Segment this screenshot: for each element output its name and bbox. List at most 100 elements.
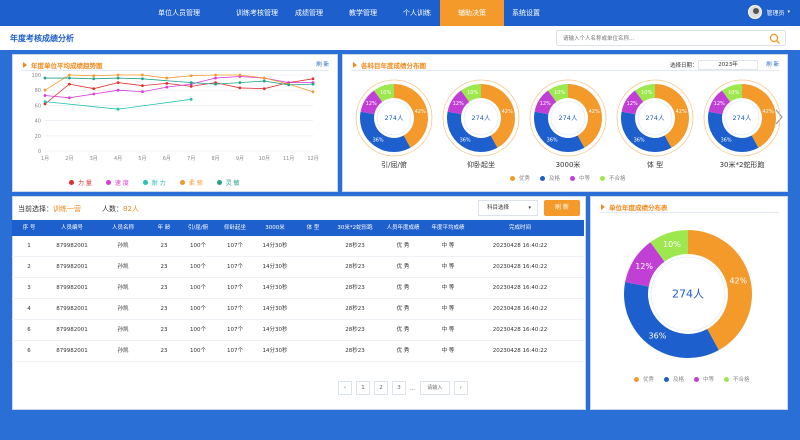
table-cell: 23 [160,264,168,270]
prev-page-button[interactable]: ‹ [338,381,352,395]
table-cell: 优 秀 [396,264,410,270]
nav-item-personnel[interactable]: 单位人员管理 [146,0,212,26]
column-header: 3000米 [265,225,285,231]
table-cell: 20230428 16:40:22 [492,306,548,312]
data-point [311,82,315,86]
subjects-refresh-link[interactable]: 刷 新 [766,60,779,68]
table-cell: 2 [27,264,31,270]
column-header: 年 龄 [157,225,171,231]
slice-percent-label: 10% [380,90,391,96]
page-button-1[interactable]: 1 [356,381,370,395]
subject-select[interactable]: 科目选择 ▾ [478,200,538,216]
legend-item: 中等 [570,174,590,182]
page-jump-input[interactable]: 请输入 [419,381,450,395]
legend-item: 灵 敏 [216,178,240,187]
legend-dot [634,376,639,382]
trend-refresh-link[interactable]: 刷 新 [316,60,329,68]
x-tick-label: 6月 [163,156,171,162]
data-point [92,74,96,78]
table-cell: 107个 [227,285,243,291]
donut-title: 引/屈/俯 [381,161,407,169]
slice-percent-label: 36% [634,138,645,144]
table-cell: 28秒23 [345,264,365,270]
y-tick-label: 0 [38,149,41,155]
table-cell: 107个 [227,243,243,249]
table-cell: 20230428 16:40:22 [492,327,548,333]
legend-dot [724,376,730,382]
legend-item: 速 度 [105,178,129,187]
nav-item-teaching[interactable]: 教学管理 [338,0,388,26]
unit-panel-title: 单位年度成绩分布表 [601,202,668,212]
table-cell: 20230428 16:40:22 [492,243,548,249]
nav-item-settings[interactable]: 系统设置 [504,0,548,26]
slice-percent-label: 42% [589,109,600,115]
table-cell: 中 等 [441,243,455,249]
column-header: 30米*2蛇形跑 [337,225,373,231]
legend-label: 灵 敏 [225,180,240,187]
table-cell: 中 等 [441,306,455,312]
page-button-2[interactable]: 2 [374,381,388,395]
table-cell: 优 秀 [396,285,410,291]
table-row[interactable]: 6 879982001 孙凯 23 100个 107个 14分30秒 28秒23 优 秀 中 等 2… [12,320,584,341]
series-line [44,74,314,93]
table-header: 序 号 人员编号 人员名称 年 龄 引/屈/俯 仰卧起坐 3000米 体 型 30米*2蛇形跑 人… [12,220,584,236]
page-button-3[interactable]: 3 [392,381,406,395]
table-cell: 100个 [190,306,206,312]
current-selection-label: 当前选择： [18,205,53,213]
table-cell [296,278,330,299]
page-title: 年度考核成绩分析 [10,34,74,43]
table-row[interactable]: 4 879982001 孙凯 23 100个 107个 14分30秒 28秒23 优 秀 中 等 2… [12,299,584,320]
table-row[interactable]: 1 879982001 孙凯 23 100个 107个 14分30秒 28秒23 优 秀 中 等 2… [12,236,584,257]
data-point [189,97,193,101]
table-cell: 28秒23 [345,327,365,333]
donut-title: 3000米 [555,161,581,169]
table-cell: 优 秀 [396,348,410,354]
table-row[interactable]: 6 879982001 孙凯 23 100个 107个 14分30秒 28秒23 优 秀 中 等 2… [12,341,584,362]
data-point [92,77,96,81]
table-row[interactable]: 3 879982001 孙凯 23 100个 107个 14分30秒 28秒23 优 秀 中 等 2… [12,278,584,299]
search-icon[interactable] [769,33,781,45]
nav-item-decision-support[interactable]: 辅助决策 [440,0,504,26]
nav-item-scores[interactable]: 成绩管理 [284,0,334,26]
data-point [116,73,120,77]
legend-label: 及格 [673,377,685,383]
slice-percent-label: 12% [453,101,464,107]
x-tick-label: 9月 [236,156,244,162]
column-header: 人员年度成绩 [386,225,420,231]
slice-percent-label: 42% [729,277,747,286]
data-point [43,88,47,92]
column-header: 人员编号 [60,225,83,231]
search-input[interactable] [563,33,763,44]
slice-percent-label: 36% [649,332,667,341]
slice-percent-label: 36% [547,138,558,144]
legend-item: 及格 [664,375,684,383]
slice-percent-label: 10% [554,90,565,96]
chevron-down-icon: ▾ [787,9,790,15]
data-point [262,87,266,91]
table-cell: 879982001 [56,348,88,354]
table-cell: 28秒23 [345,285,365,291]
table-cell: 23 [160,243,168,249]
data-point [189,74,193,78]
table-cell: 28秒23 [345,306,365,312]
table-cell: 14分30秒 [262,264,288,270]
x-tick-label: 4月 [114,156,122,162]
slice-percent-label: 10% [641,90,652,96]
next-page-button[interactable]: › [453,381,468,395]
table-cell: 879982001 [56,243,88,249]
nav-item-training-assessment[interactable]: 训练考核管理 [224,0,290,26]
data-point [43,100,47,103]
donut-center-label: 274人 [733,114,752,122]
legend-label: 速 度 [114,180,129,187]
nav-item-personal-training[interactable]: 个人训练 [392,0,442,26]
table-cell: 中 等 [441,348,455,354]
table-cell: 20230428 16:40:22 [492,264,548,270]
user-menu[interactable]: 管理员 ▾ [748,5,790,19]
legend-item: 及格 [540,174,560,182]
table-row[interactable]: 2 879982001 孙凯 23 100个 107个 14分30秒 28秒23 优 秀 中 等 2… [12,257,584,278]
legend-dot [142,180,148,185]
refresh-button[interactable]: 刷 新 [544,200,580,216]
legend-item: 优秀 [634,375,654,383]
data-point [165,81,169,85]
date-picker[interactable]: 2023年 [698,60,758,70]
